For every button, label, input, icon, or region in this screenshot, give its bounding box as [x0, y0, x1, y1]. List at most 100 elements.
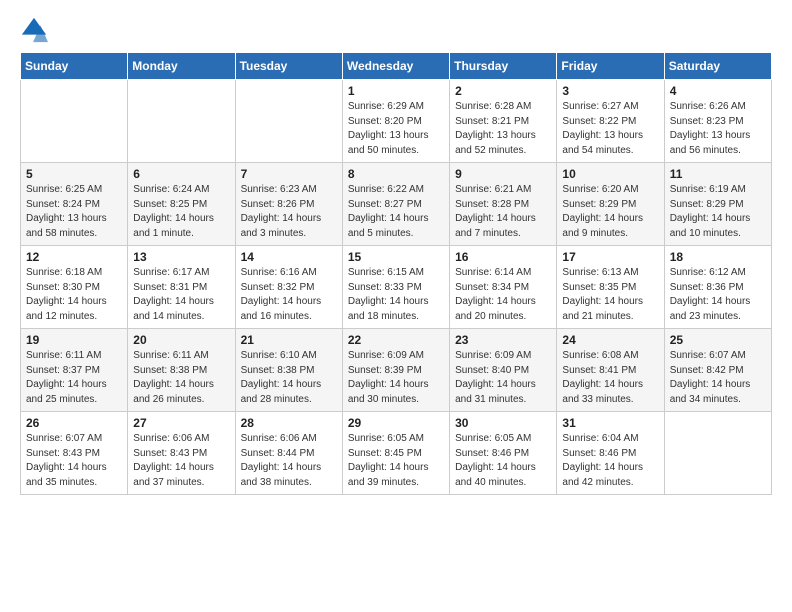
day-number: 17: [562, 250, 658, 264]
cell-sun-info: Sunrise: 6:05 AMSunset: 8:45 PMDaylight:…: [348, 432, 444, 490]
calendar-cell: 13Sunrise: 6:17 AMSunset: 8:31 PMDayligh…: [128, 246, 235, 329]
day-number: 30: [455, 416, 551, 430]
cell-sun-info: Sunrise: 6:15 AMSunset: 8:33 PMDaylight:…: [348, 266, 444, 324]
calendar-cell: 22 Sunrise: 6:09 AMSunset: 8:39 PMDayligh…: [342, 329, 449, 412]
page-header: [20, 16, 772, 44]
header-thursday: Thursday: [450, 53, 557, 80]
calendar-cell: 20 Sunrise: 6:11 AMSunset: 8:38 PMDayligh…: [128, 329, 235, 412]
cell-sun-info: Sunrise: 6:29 AMSunset: 8:20 PMDaylight:…: [348, 100, 444, 158]
day-number: 29: [348, 416, 444, 430]
calendar-week-row: 1 Sunrise: 6:29 AMSunset: 8:20 PMDaylight…: [21, 80, 772, 163]
cell-sun-info: Sunrise: 6:27 AMSunset: 8:22 PMDaylight:…: [562, 100, 658, 158]
calendar-cell: 27Sunrise: 6:06 AMSunset: 8:43 PMDayligh…: [128, 412, 235, 495]
cell-sun-info: Sunrise: 6:23 AMSunset: 8:26 PMDaylight:…: [241, 183, 337, 241]
calendar-cell: 6Sunrise: 6:24 AMSunset: 8:25 PMDaylight…: [128, 163, 235, 246]
header-saturday: Saturday: [664, 53, 771, 80]
day-number: 8: [348, 167, 444, 181]
cell-sun-info: Sunrise: 6:11 AMSunset: 8:38 PMDaylight:…: [133, 349, 229, 407]
cell-sun-info: Sunrise: 6:09 AMSunset: 8:39 PMDaylight:…: [348, 349, 444, 407]
calendar-cell: [235, 80, 342, 163]
day-number: 23: [455, 333, 551, 347]
cell-sun-info: Sunrise: 6:12 AMSunset: 8:36 PMDaylight:…: [670, 266, 766, 324]
cell-sun-info: Sunrise: 6:09 AMSunset: 8:40 PMDaylight:…: [455, 349, 551, 407]
day-number: 11: [670, 167, 766, 181]
logo: [20, 16, 52, 44]
day-number: 31: [562, 416, 658, 430]
calendar-table: SundayMondayTuesdayWednesdayThursdayFrid…: [20, 52, 772, 495]
calendar-cell: 3 Sunrise: 6:27 AMSunset: 8:22 PMDaylight…: [557, 80, 664, 163]
day-number: 21: [241, 333, 337, 347]
cell-sun-info: Sunrise: 6:26 AMSunset: 8:23 PMDaylight:…: [670, 100, 766, 158]
day-number: 9: [455, 167, 551, 181]
header-monday: Monday: [128, 53, 235, 80]
calendar-cell: 26 Sunrise: 6:07 AMSunset: 8:43 PMDayligh…: [21, 412, 128, 495]
day-number: 24: [562, 333, 658, 347]
day-number: 2: [455, 84, 551, 98]
calendar-cell: 10 Sunrise: 6:20 AMSunset: 8:29 PMDayligh…: [557, 163, 664, 246]
calendar-cell: 16 Sunrise: 6:14 AMSunset: 8:34 PMDayligh…: [450, 246, 557, 329]
calendar-cell: 31Sunrise: 6:04 AMSunset: 8:46 PMDayligh…: [557, 412, 664, 495]
cell-sun-info: Sunrise: 6:08 AMSunset: 8:41 PMDaylight:…: [562, 349, 658, 407]
cell-sun-info: Sunrise: 6:07 AMSunset: 8:42 PMDaylight:…: [670, 349, 766, 407]
day-number: 7: [241, 167, 337, 181]
header-sunday: Sunday: [21, 53, 128, 80]
day-number: 10: [562, 167, 658, 181]
cell-sun-info: Sunrise: 6:06 AMSunset: 8:43 PMDaylight:…: [133, 432, 229, 490]
cell-sun-info: Sunrise: 6:13 AMSunset: 8:35 PMDaylight:…: [562, 266, 658, 324]
calendar-cell: 5 Sunrise: 6:25 AMSunset: 8:24 PMDaylight…: [21, 163, 128, 246]
calendar-cell: 19 Sunrise: 6:11 AMSunset: 8:37 PMDayligh…: [21, 329, 128, 412]
day-number: 28: [241, 416, 337, 430]
cell-sun-info: Sunrise: 6:22 AMSunset: 8:27 PMDaylight:…: [348, 183, 444, 241]
calendar-cell: 1 Sunrise: 6:29 AMSunset: 8:20 PMDaylight…: [342, 80, 449, 163]
calendar-cell: 4Sunrise: 6:26 AMSunset: 8:23 PMDaylight…: [664, 80, 771, 163]
day-number: 25: [670, 333, 766, 347]
day-number: 1: [348, 84, 444, 98]
day-number: 16: [455, 250, 551, 264]
day-number: 18: [670, 250, 766, 264]
cell-sun-info: Sunrise: 6:10 AMSunset: 8:38 PMDaylight:…: [241, 349, 337, 407]
cell-sun-info: Sunrise: 6:25 AMSunset: 8:24 PMDaylight:…: [26, 183, 122, 241]
calendar-week-row: 26 Sunrise: 6:07 AMSunset: 8:43 PMDayligh…: [21, 412, 772, 495]
day-number: 20: [133, 333, 229, 347]
day-number: 5: [26, 167, 122, 181]
day-number: 26: [26, 416, 122, 430]
calendar-header-row: SundayMondayTuesdayWednesdayThursdayFrid…: [21, 53, 772, 80]
cell-sun-info: Sunrise: 6:20 AMSunset: 8:29 PMDaylight:…: [562, 183, 658, 241]
day-number: 3: [562, 84, 658, 98]
calendar-cell: 24 Sunrise: 6:08 AMSunset: 8:41 PMDayligh…: [557, 329, 664, 412]
calendar-cell: 15 Sunrise: 6:15 AMSunset: 8:33 PMDayligh…: [342, 246, 449, 329]
header-wednesday: Wednesday: [342, 53, 449, 80]
calendar-cell: 23 Sunrise: 6:09 AMSunset: 8:40 PMDayligh…: [450, 329, 557, 412]
calendar-cell: [21, 80, 128, 163]
calendar-cell: 7 Sunrise: 6:23 AMSunset: 8:26 PMDaylight…: [235, 163, 342, 246]
cell-sun-info: Sunrise: 6:11 AMSunset: 8:37 PMDaylight:…: [26, 349, 122, 407]
cell-sun-info: Sunrise: 6:14 AMSunset: 8:34 PMDaylight:…: [455, 266, 551, 324]
calendar-cell: 17 Sunrise: 6:13 AMSunset: 8:35 PMDayligh…: [557, 246, 664, 329]
day-number: 22: [348, 333, 444, 347]
calendar-cell: 18 Sunrise: 6:12 AMSunset: 8:36 PMDayligh…: [664, 246, 771, 329]
calendar-cell: [664, 412, 771, 495]
day-number: 15: [348, 250, 444, 264]
logo-icon: [20, 16, 48, 44]
cell-sun-info: Sunrise: 6:21 AMSunset: 8:28 PMDaylight:…: [455, 183, 551, 241]
calendar-week-row: 12Sunrise: 6:18 AMSunset: 8:30 PMDayligh…: [21, 246, 772, 329]
cell-sun-info: Sunrise: 6:16 AMSunset: 8:32 PMDaylight:…: [241, 266, 337, 324]
calendar-cell: 8 Sunrise: 6:22 AMSunset: 8:27 PMDaylight…: [342, 163, 449, 246]
cell-sun-info: Sunrise: 6:17 AMSunset: 8:31 PMDaylight:…: [133, 266, 229, 324]
day-number: 6: [133, 167, 229, 181]
calendar-cell: 2Sunrise: 6:28 AMSunset: 8:21 PMDaylight…: [450, 80, 557, 163]
day-number: 19: [26, 333, 122, 347]
calendar-cell: 30 Sunrise: 6:05 AMSunset: 8:46 PMDayligh…: [450, 412, 557, 495]
calendar-cell: 11Sunrise: 6:19 AMSunset: 8:29 PMDayligh…: [664, 163, 771, 246]
calendar-week-row: 5 Sunrise: 6:25 AMSunset: 8:24 PMDaylight…: [21, 163, 772, 246]
header-tuesday: Tuesday: [235, 53, 342, 80]
day-number: 14: [241, 250, 337, 264]
cell-sun-info: Sunrise: 6:07 AMSunset: 8:43 PMDaylight:…: [26, 432, 122, 490]
calendar-cell: 21 Sunrise: 6:10 AMSunset: 8:38 PMDayligh…: [235, 329, 342, 412]
calendar-cell: 14 Sunrise: 6:16 AMSunset: 8:32 PMDayligh…: [235, 246, 342, 329]
calendar-cell: 28 Sunrise: 6:06 AMSunset: 8:44 PMDayligh…: [235, 412, 342, 495]
cell-sun-info: Sunrise: 6:06 AMSunset: 8:44 PMDaylight:…: [241, 432, 337, 490]
cell-sun-info: Sunrise: 6:05 AMSunset: 8:46 PMDaylight:…: [455, 432, 551, 490]
calendar-cell: 9 Sunrise: 6:21 AMSunset: 8:28 PMDaylight…: [450, 163, 557, 246]
calendar-week-row: 19 Sunrise: 6:11 AMSunset: 8:37 PMDayligh…: [21, 329, 772, 412]
